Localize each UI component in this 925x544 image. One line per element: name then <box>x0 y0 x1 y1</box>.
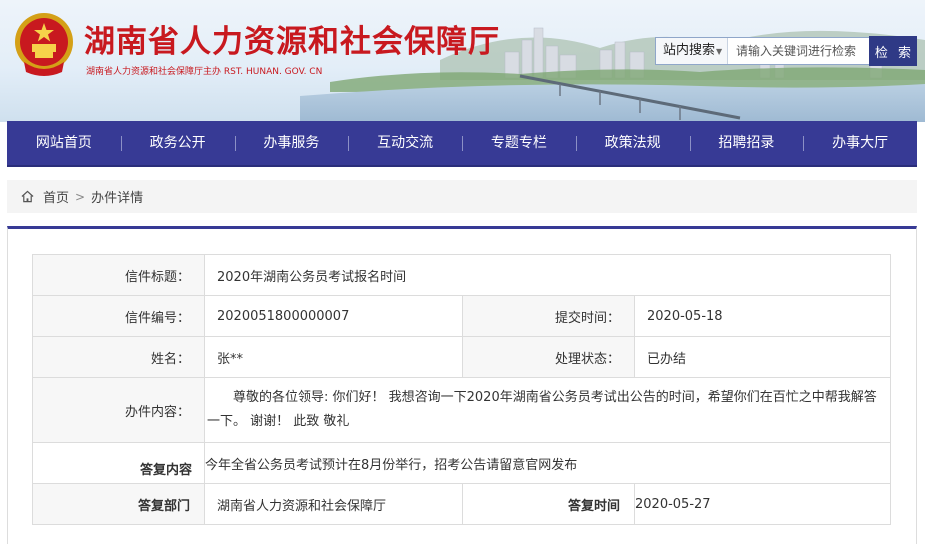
search-button[interactable]: 检 索 <box>869 36 917 66</box>
site-subtitle: 湖南省人力资源和社会保障厅主办 RST. HUNAN. GOV. CN <box>86 67 323 77</box>
title-value: 2020年湖南公务员考试报名时间 <box>203 254 892 296</box>
nav-item-topics[interactable]: 专题专栏 <box>462 120 576 166</box>
home-icon <box>21 190 34 203</box>
breadcrumb: 首页 > 办件详情 <box>7 180 917 213</box>
detail-panel: 信件标题： 2020年湖南公务员考试报名时间 信件编号： 20200518000… <box>7 226 917 544</box>
reply-dept-value: 湖南省人力资源和社会保障厅 <box>204 483 463 525</box>
reply-time-label: 答复时间 <box>462 483 635 525</box>
search-input[interactable] <box>728 38 869 64</box>
table-row: 办件内容： 尊敬的各位领导: 你们好！ 我想咨询一下2020年湖南省公务员考试出… <box>32 377 892 443</box>
status-label: 处理状态： <box>462 336 635 378</box>
number-label: 信件编号： <box>32 295 205 337</box>
reply-dept-label: 答复部门 <box>32 483 205 525</box>
status-value: 已办结 <box>633 336 892 378</box>
submit-time-value: 2020-05-18 <box>633 295 892 337</box>
search-scope-label: 站内搜索 <box>663 43 716 58</box>
table-row: 信件标题： 2020年湖南公务员考试报名时间 <box>32 254 892 296</box>
submit-time-label: 提交时间： <box>462 295 635 337</box>
chevron-down-icon: ▼ <box>716 47 723 56</box>
name-value: 张** <box>204 336 463 378</box>
nav-item-recruitment[interactable]: 招聘招录 <box>689 120 804 166</box>
main-nav: 网站首页 政务公开 办事服务 互动交流 专题专栏 政策法规 招聘招录 办事大厅 <box>7 121 917 167</box>
chevron-right-icon: > <box>75 189 86 204</box>
site-title[interactable]: 湖南省人力资源和社会保障厅 <box>84 16 500 61</box>
table-row: 信件编号： 2020051800000007 提交时间： 2020-05-18 <box>32 295 892 337</box>
nav-item-service-hall[interactable]: 办事大厅 <box>803 120 917 166</box>
detail-table: 信件标题： 2020年湖南公务员考试报名时间 信件编号： 20200518000… <box>32 254 892 525</box>
breadcrumb-home-link[interactable]: 首页 <box>43 187 69 206</box>
table-row: 答复内容 今年全省公务员考试预计在8月份举行，招考公告请留意官网发布 <box>32 442 892 484</box>
name-label: 姓名： <box>32 336 205 378</box>
content-label: 办件内容： <box>32 377 205 443</box>
national-emblem-icon <box>15 13 73 76</box>
nav-item-services[interactable]: 办事服务 <box>234 120 349 166</box>
table-row: 姓名： 张** 处理状态： 已办结 <box>32 336 892 378</box>
reply-value: 今年全省公务员考试预计在8月份举行，招考公告请留意官网发布 <box>203 442 892 484</box>
content-cell: 尊敬的各位领导: 你们好！ 我想咨询一下2020年湖南省公务员考试出公告的时间，… <box>203 377 892 443</box>
table-row: 答复部门 湖南省人力资源和社会保障厅 答复时间 2020-05-27 <box>32 483 892 525</box>
search-box: 站内搜索▼ 检 索 <box>655 36 917 66</box>
nav-item-interaction[interactable]: 互动交流 <box>348 120 462 166</box>
nav-item-home[interactable]: 网站首页 <box>7 120 121 166</box>
nav-item-policies[interactable]: 政策法规 <box>575 120 690 166</box>
breadcrumb-current: 办件详情 <box>91 191 144 206</box>
reply-time-value: 2020-05-27 <box>633 483 892 525</box>
title-label: 信件标题： <box>32 254 205 296</box>
search-scope-select[interactable]: 站内搜索▼ <box>656 38 728 64</box>
site-header: 湖南省人力资源和社会保障厅 湖南省人力资源和社会保障厅主办 RST. HUNAN… <box>0 0 925 122</box>
content-value: 尊敬的各位领导: 你们好！ 我想咨询一下2020年湖南省公务员考试出公告的时间，… <box>207 390 877 429</box>
nav-item-government-affairs[interactable]: 政务公开 <box>120 120 235 166</box>
reply-label: 答复内容 <box>32 442 205 484</box>
number-value: 2020051800000007 <box>204 295 463 337</box>
